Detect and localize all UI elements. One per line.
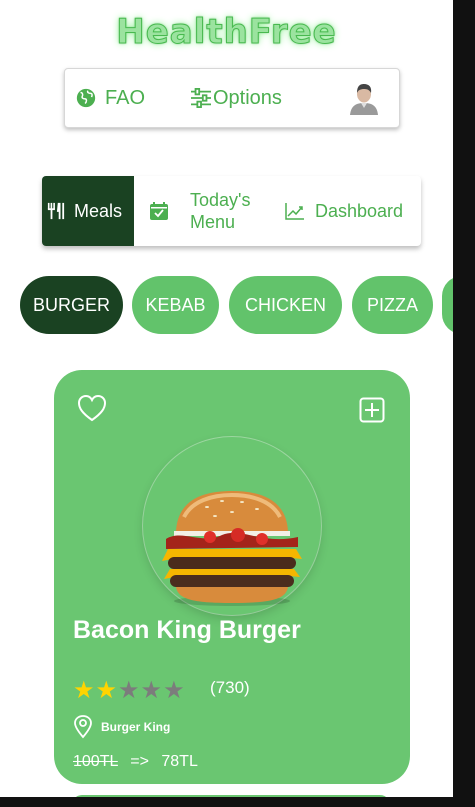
tab-todays-menu[interactable]: Today's Menu [134, 176, 274, 246]
tab-todays-menu-label: Today's Menu [190, 190, 251, 232]
heart-icon[interactable] [77, 394, 107, 422]
meal-image [143, 437, 321, 615]
chip-pizza[interactable]: PIZZA [352, 276, 433, 334]
app-logo: HealthFree [116, 12, 337, 53]
map-pin-icon [74, 715, 92, 739]
fao-label: FAO [105, 86, 146, 109]
star-icon: ★ [73, 676, 95, 704]
meal-title: Bacon King Burger [73, 616, 301, 644]
options-button[interactable]: Options [190, 69, 282, 127]
star-icon: ★ [163, 676, 185, 704]
star-icon: ★ [140, 676, 163, 704]
window-edge [453, 0, 475, 807]
review-count: (730) [210, 678, 250, 697]
new-price: 78TL [161, 753, 198, 770]
add-icon[interactable] [359, 397, 385, 423]
burger-image [162, 491, 302, 606]
chip-burger[interactable]: BURGER [20, 276, 123, 334]
rating-stars: ★ ★ ★ ★ ★ [73, 675, 186, 705]
old-price: 100TL [73, 753, 118, 770]
sliders-icon [191, 88, 211, 108]
fao-link[interactable]: FAO [75, 69, 145, 127]
restaurant-location: Burger King [73, 715, 170, 739]
tab-meals[interactable]: Meals [42, 176, 134, 246]
star-icon: ★ [118, 676, 140, 704]
top-navbar: FAO Options [64, 68, 400, 128]
star-icon: ★ [95, 676, 118, 704]
meal-card[interactable]: Bacon King Burger ★ ★ ★ ★ ★ (730) Burger… [54, 370, 410, 784]
avatar-icon [350, 84, 378, 115]
utensils-icon [47, 202, 65, 220]
trending-chart-icon [285, 203, 304, 220]
main-tabs: Meals Today's Menu Dashboard [42, 176, 421, 246]
category-chips: BURGER KEBAB CHICKEN PIZZA [20, 276, 453, 336]
price-arrow: => [130, 753, 149, 770]
chip-kebab[interactable]: KEBAB [132, 276, 219, 334]
price-line: 100TL => 78TL [73, 753, 198, 771]
chip-next[interactable] [442, 276, 453, 334]
tab-meals-label: Meals [74, 200, 123, 221]
window-edge-bottom [0, 797, 475, 807]
profile-avatar[interactable] [349, 69, 379, 127]
tab-dashboard[interactable]: Dashboard [274, 176, 421, 246]
chip-chicken[interactable]: CHICKEN [229, 276, 342, 334]
globe-icon [76, 88, 96, 108]
tab-dashboard-label: Dashboard [315, 200, 404, 221]
app-page: HealthFree FAO Options Meals Today's Men… [0, 0, 453, 797]
options-label: Options [213, 86, 282, 109]
calendar-check-icon [150, 202, 168, 220]
restaurant-name: Burger King [101, 720, 171, 734]
